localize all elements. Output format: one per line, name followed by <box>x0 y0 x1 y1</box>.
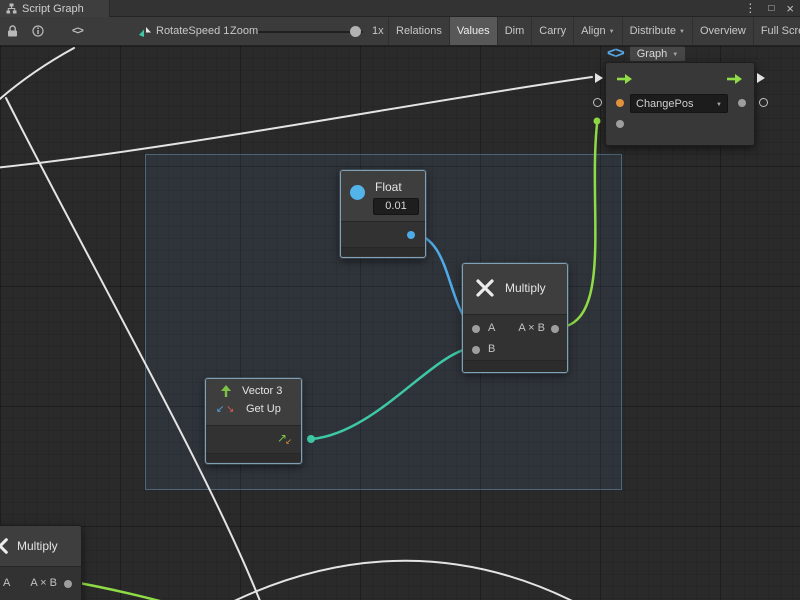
multiply-icon <box>475 278 495 298</box>
script-graph-icon: <> <box>607 46 624 63</box>
event-target-port[interactable] <box>616 99 624 107</box>
multiply-node-title: Multiply <box>505 281 546 295</box>
title-bar: Script Graph ⋮ □ × <box>0 0 800 17</box>
vector3-getup-node[interactable]: Vector 3 ↙ ↘ Get Up ↗ ↙ <box>205 378 302 464</box>
float-node[interactable]: Float 0.01 <box>340 170 426 258</box>
bottom-multiply-node[interactable]: Multiply A A × B <box>0 525 82 600</box>
fullscreen-button[interactable]: Full Screen <box>753 17 800 45</box>
multiply-node[interactable]: Multiply A A × B B <box>462 263 568 373</box>
get-arrow-icon: ↙ <box>216 405 224 415</box>
bottom-multiply-title: Multiply <box>17 539 58 553</box>
multiply-input-b-port[interactable] <box>472 346 480 354</box>
code-view-icon[interactable]: <> <box>72 25 83 37</box>
values-button[interactable]: Values <box>449 17 497 45</box>
changepos-value: ChangePos <box>636 98 694 110</box>
align-label: Align <box>581 25 605 37</box>
get-arrow-icon: ↘ <box>226 405 234 415</box>
script-graph-asset-icon <box>138 26 152 38</box>
getup-subtitle: Get Up <box>246 403 281 415</box>
multiply-input-b-label: B <box>488 343 495 355</box>
unconnected-port-icon[interactable] <box>593 98 602 107</box>
flow-arrow-icon[interactable] <box>726 73 744 85</box>
chevron-down-icon: ▼ <box>609 29 615 35</box>
flow-in-arrow-icon <box>595 73 603 83</box>
event-output-port[interactable] <box>738 99 746 107</box>
fullscreen-label: Full Screen <box>761 25 800 37</box>
bottom-multiply-input-a-label: A <box>3 577 10 589</box>
wire-bottom-multiply-out[interactable] <box>68 581 234 600</box>
align-button[interactable]: Align ▼ <box>573 17 621 45</box>
changepos-dropdown[interactable]: ChangePos ▼ <box>630 94 728 113</box>
overview-button[interactable]: Overview <box>692 17 753 45</box>
tab-title: Script Graph <box>22 3 84 15</box>
float-node-title: Float <box>375 180 402 194</box>
graph-toolbar: <> RotateSpeed 1 Zoom 1x Relations Value… <box>0 17 800 46</box>
multiply-input-a-label: A <box>488 322 495 334</box>
vector3-node-title: Vector 3 <box>242 385 282 397</box>
lock-icon[interactable] <box>7 25 18 37</box>
multiply-output-port[interactable] <box>551 325 559 333</box>
event-input-port[interactable] <box>616 120 624 128</box>
asset-name[interactable]: RotateSpeed 1 <box>156 25 229 37</box>
overview-label: Overview <box>700 25 746 37</box>
carry-label: Carry <box>539 25 566 37</box>
multiply-output-label: A × B <box>518 322 545 334</box>
external-connection-wire[interactable] <box>0 48 74 104</box>
relations-label: Relations <box>396 25 442 37</box>
toolbar-buttons: Relations Values Dim Carry Align ▼ Distr… <box>388 17 800 45</box>
multiply-input-a-port[interactable] <box>472 325 480 333</box>
distribute-button[interactable]: Distribute ▼ <box>622 17 692 45</box>
float-output-port[interactable] <box>407 231 415 239</box>
zoom-label: Zoom <box>230 25 258 37</box>
changepos-input-knob[interactable] <box>594 118 601 125</box>
zoom-slider[interactable] <box>258 31 363 33</box>
chevron-down-icon: ▼ <box>672 52 678 58</box>
chevron-down-icon: ▼ <box>716 102 722 108</box>
flow-out-arrow-icon <box>757 73 765 83</box>
external-connection-wire[interactable] <box>220 561 586 600</box>
distribute-label: Distribute <box>630 25 676 37</box>
info-icon[interactable] <box>32 25 44 37</box>
bottom-multiply-output-label: A × B <box>30 577 57 589</box>
multiply-icon <box>0 537 9 555</box>
graph-tab-icon <box>6 3 17 14</box>
maximize-icon[interactable]: □ <box>768 0 774 17</box>
vector3-output-icon[interactable]: ↙ <box>285 438 292 446</box>
graph-header: <> Graph ▼ <box>607 46 686 62</box>
float-value-field[interactable]: 0.01 <box>373 198 419 215</box>
flow-arrow-icon[interactable] <box>616 73 634 85</box>
kebab-menu-icon[interactable]: ⋮ <box>744 0 756 17</box>
tab-script-graph[interactable]: Script Graph <box>0 0 110 17</box>
relations-button[interactable]: Relations <box>388 17 449 45</box>
float-type-icon <box>350 185 365 200</box>
carry-button[interactable]: Carry <box>531 17 573 45</box>
zoom-slider-handle[interactable] <box>350 26 361 37</box>
dim-button[interactable]: Dim <box>497 17 532 45</box>
bottom-multiply-output-port[interactable] <box>64 580 72 588</box>
unconnected-port-icon[interactable] <box>759 98 768 107</box>
zoom-level: 1x <box>372 25 384 37</box>
graph-canvas[interactable]: <> Graph ▼ ChangePos ▼ Float 0.01 <box>0 46 800 600</box>
window-controls: ⋮ □ × <box>744 0 794 17</box>
event-node[interactable]: ChangePos ▼ <box>605 62 755 146</box>
chevron-down-icon: ▼ <box>679 29 685 35</box>
close-icon[interactable]: × <box>786 0 794 17</box>
vector3-icon <box>220 385 232 398</box>
graph-dropdown-label: Graph <box>637 48 668 60</box>
dim-label: Dim <box>505 25 525 37</box>
graph-dropdown[interactable]: Graph ▼ <box>629 46 687 62</box>
values-label: Values <box>457 25 490 37</box>
